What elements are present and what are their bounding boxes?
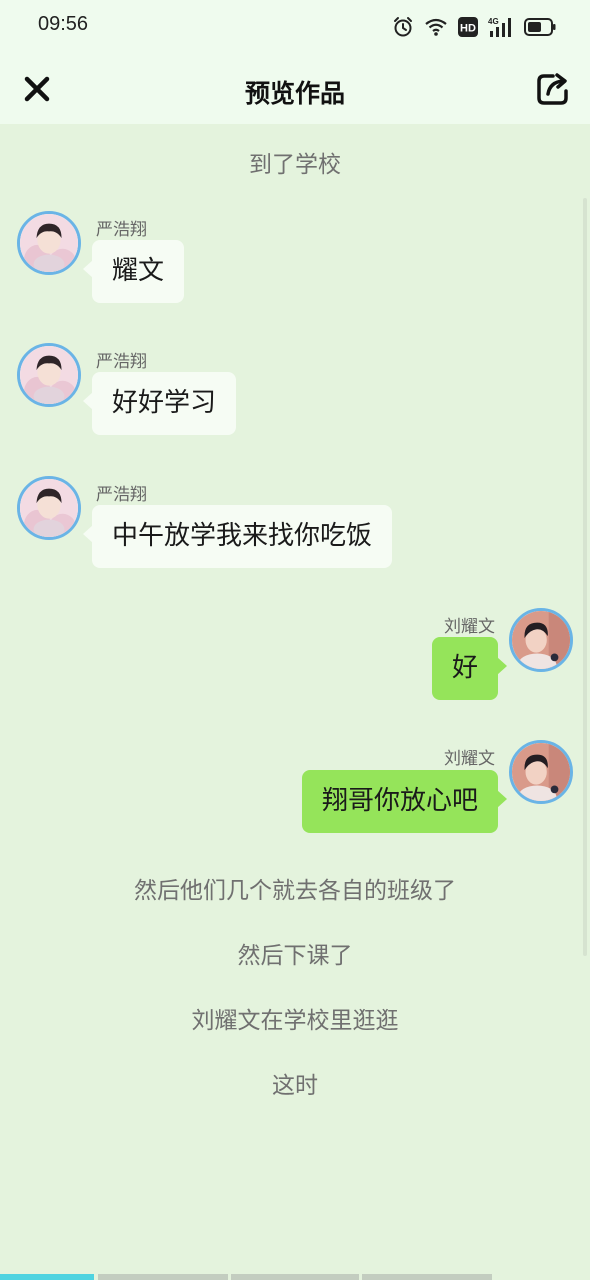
- avatar-yan-haoxiang[interactable]: [17, 211, 81, 275]
- avatar-liu-yaowen[interactable]: [509, 608, 573, 672]
- progress-segment: [362, 1274, 492, 1280]
- story-progress-bar: [0, 1274, 590, 1280]
- narration-opening: 到了学校: [249, 152, 341, 178]
- scrollbar[interactable]: [583, 198, 587, 956]
- status-time: 09:56: [38, 13, 89, 35]
- avatar-yan-haoxiang[interactable]: [17, 343, 81, 407]
- wifi-icon: [424, 17, 448, 37]
- avatar-liu-yaowen[interactable]: [509, 740, 573, 804]
- share-button[interactable]: [534, 70, 572, 108]
- sender-name: 刘耀文: [444, 749, 495, 769]
- sender-name: 严浩翔: [96, 352, 147, 372]
- share-icon: [537, 73, 568, 105]
- status-bar: 09:56 HD 4G: [0, 0, 590, 56]
- narration-text: 然后他们几个就去各自的班级了: [134, 878, 456, 904]
- hd-icon: HD: [458, 17, 478, 37]
- avatar-yan-haoxiang[interactable]: [17, 476, 81, 540]
- svg-text:HD: HD: [460, 23, 476, 35]
- progress-segment: [98, 1274, 228, 1280]
- network-label: 4G: [488, 17, 499, 26]
- progress-segment: [231, 1274, 359, 1280]
- message-bubble[interactable]: 翔哥你放心吧: [301, 770, 508, 833]
- sender-name: 严浩翔: [96, 485, 147, 505]
- alarm-icon: [392, 16, 414, 38]
- status-icons: HD 4G: [392, 14, 556, 40]
- sender-name: 严浩翔: [96, 220, 147, 240]
- top-app-bar: 预览作品: [0, 56, 590, 124]
- progress-segment: [0, 1274, 94, 1280]
- narration-text: 刘耀文在学校里逛逛: [191, 1008, 399, 1034]
- page-title: 预览作品: [244, 79, 345, 108]
- message-bubble[interactable]: 耀文: [82, 240, 185, 303]
- message-bubble[interactable]: 中午放学我来找你吃饭: [82, 505, 393, 568]
- signal-4g-icon: 4G: [488, 16, 514, 38]
- narration-text: 这时: [272, 1073, 318, 1099]
- narration-text: 然后下课了: [237, 943, 353, 969]
- message-bubble[interactable]: 好好学习: [82, 372, 237, 435]
- message-bubble[interactable]: 好: [431, 637, 508, 700]
- chat-content[interactable]: 到了学校 严浩翔 耀文 严浩翔 好好学习 严浩翔 中午放学我来找你吃饭 刘耀文 …: [0, 124, 590, 1274]
- sender-name: 刘耀文: [444, 617, 495, 637]
- battery-icon: [524, 18, 556, 36]
